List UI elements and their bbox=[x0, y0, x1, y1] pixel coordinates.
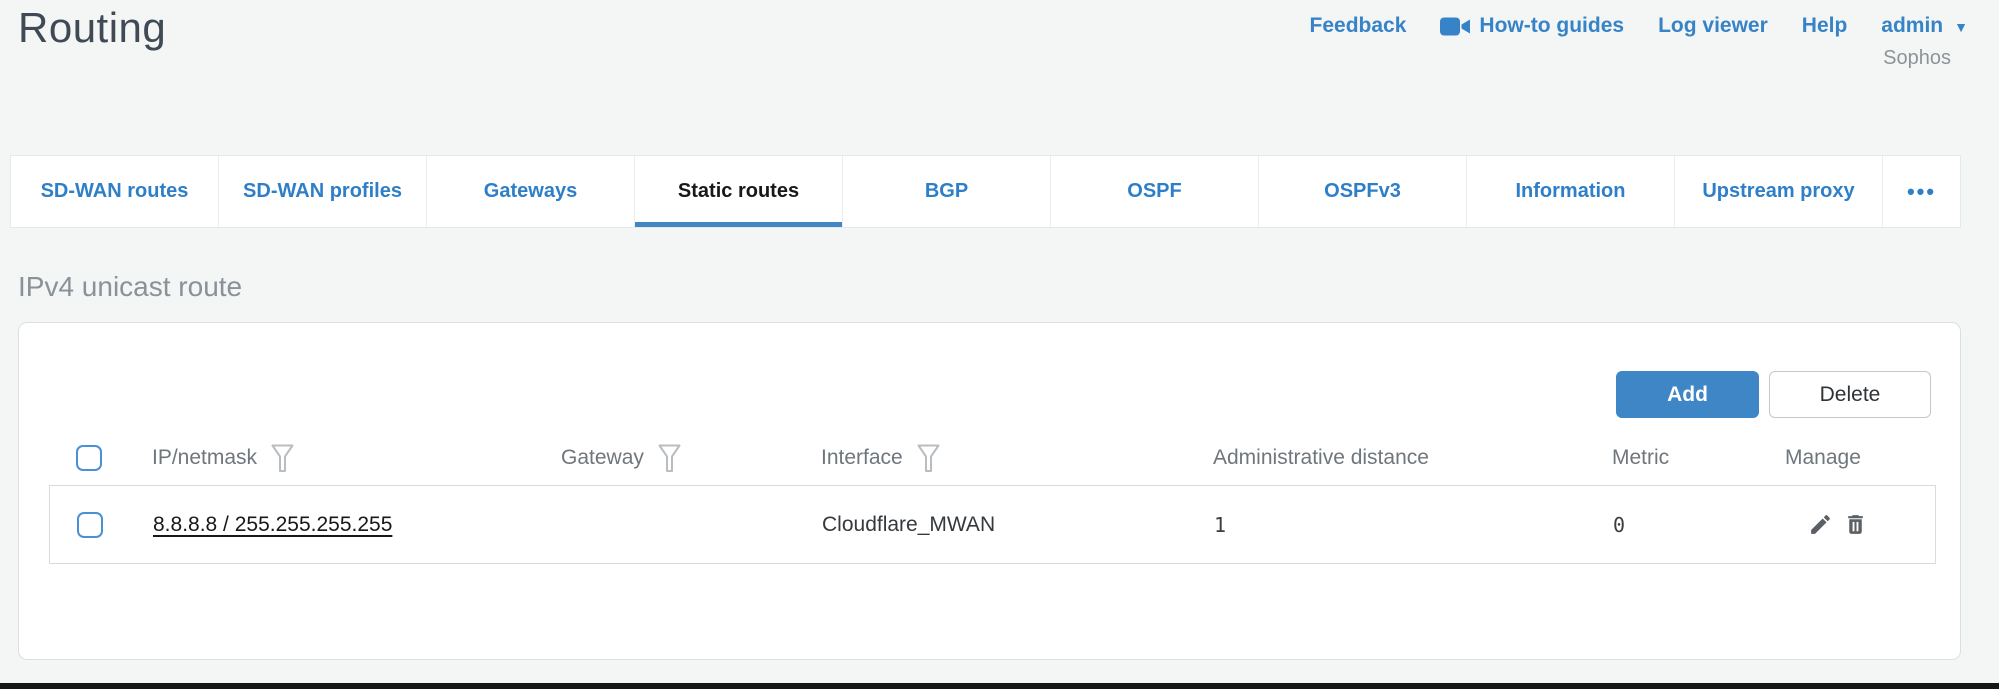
tab-sdwan-profiles[interactable]: SD-WAN profiles bbox=[219, 156, 427, 227]
tab-label: OSPF bbox=[1127, 180, 1181, 203]
tab-label: BGP bbox=[925, 180, 968, 203]
log-viewer-link[interactable]: Log viewer bbox=[1658, 14, 1768, 38]
help-label: Help bbox=[1802, 14, 1848, 38]
howto-guides-link[interactable]: How-to guides bbox=[1440, 14, 1624, 38]
column-header-interface: Interface bbox=[821, 444, 1213, 473]
tab-upstream-proxy[interactable]: Upstream proxy bbox=[1675, 156, 1883, 227]
tab-label: Upstream proxy bbox=[1702, 180, 1854, 203]
select-all-checkbox[interactable] bbox=[76, 445, 102, 471]
feedback-link[interactable]: Feedback bbox=[1310, 14, 1407, 38]
tab-label: Static routes bbox=[678, 180, 799, 203]
tab-information[interactable]: Information bbox=[1467, 156, 1675, 227]
column-label: Manage bbox=[1785, 446, 1861, 470]
column-header-metric: Metric bbox=[1612, 446, 1785, 470]
tab-bgp[interactable]: BGP bbox=[843, 156, 1051, 227]
help-link[interactable]: Help bbox=[1802, 14, 1848, 38]
routing-tabbar: SD-WAN routes SD-WAN profiles Gateways S… bbox=[10, 155, 1961, 228]
howto-guides-label: How-to guides bbox=[1479, 14, 1624, 38]
cell-admin-distance: 1 bbox=[1214, 513, 1613, 537]
cell-manage bbox=[1786, 512, 1935, 537]
static-routes-table: IP/netmask Gateway Interface bbox=[49, 431, 1936, 564]
user-menu-label: admin bbox=[1881, 14, 1943, 38]
feedback-link-label: Feedback bbox=[1310, 14, 1407, 38]
filter-funnel-icon[interactable] bbox=[917, 444, 940, 473]
column-header-manage: Manage bbox=[1785, 446, 1936, 470]
table-row: 8.8.8.8 / 255.255.255.255 Cloudflare_MWA… bbox=[49, 485, 1936, 564]
column-label: IP/netmask bbox=[152, 446, 257, 470]
tab-sdwan-routes[interactable]: SD-WAN routes bbox=[11, 156, 219, 227]
trash-icon[interactable] bbox=[1843, 512, 1868, 537]
tab-more-overflow[interactable]: ••• bbox=[1883, 156, 1960, 227]
window-bottom-edge bbox=[0, 683, 1999, 689]
ip-netmask-link[interactable]: 8.8.8.8 / 255.255.255.255 bbox=[153, 513, 392, 536]
pencil-edit-icon[interactable] bbox=[1808, 512, 1833, 537]
column-label: Administrative distance bbox=[1213, 446, 1429, 470]
filter-funnel-icon[interactable] bbox=[658, 444, 681, 473]
tab-static-routes[interactable]: Static routes bbox=[635, 156, 843, 227]
tab-label: OSPFv3 bbox=[1324, 180, 1401, 203]
more-tabs-icon: ••• bbox=[1907, 179, 1936, 205]
tab-label: SD-WAN profiles bbox=[243, 180, 402, 203]
routing-page: Routing Feedback How-to guides Log viewe… bbox=[0, 0, 1999, 689]
column-header-ip-netmask: IP/netmask bbox=[152, 444, 561, 473]
add-button[interactable]: Add bbox=[1616, 371, 1759, 418]
top-nav: Feedback How-to guides Log viewer Help a… bbox=[1310, 14, 1968, 38]
filter-funnel-icon[interactable] bbox=[271, 444, 294, 473]
column-label: Metric bbox=[1612, 446, 1669, 470]
tab-label: Gateways bbox=[484, 180, 577, 203]
cell-metric: 0 bbox=[1613, 513, 1786, 537]
column-label: Interface bbox=[821, 446, 903, 470]
cell-ip-netmask: 8.8.8.8 / 255.255.255.255 bbox=[153, 513, 562, 537]
delete-button[interactable]: Delete bbox=[1769, 371, 1931, 418]
section-heading: IPv4 unicast route bbox=[18, 271, 242, 303]
user-menu[interactable]: admin ▼ bbox=[1881, 14, 1968, 38]
brand-label: Sophos bbox=[1883, 47, 1951, 70]
tab-label: SD-WAN routes bbox=[41, 180, 189, 203]
tab-gateways[interactable]: Gateways bbox=[427, 156, 635, 227]
tab-ospfv3[interactable]: OSPFv3 bbox=[1259, 156, 1467, 227]
toolbar: Add Delete bbox=[1616, 371, 1931, 418]
tab-label: Information bbox=[1516, 180, 1626, 203]
page-title: Routing bbox=[18, 4, 166, 52]
video-camera-icon bbox=[1440, 16, 1470, 37]
tab-ospf[interactable]: OSPF bbox=[1051, 156, 1259, 227]
log-viewer-label: Log viewer bbox=[1658, 14, 1768, 38]
table-header-row: IP/netmask Gateway Interface bbox=[49, 431, 1936, 485]
column-header-gateway: Gateway bbox=[561, 444, 821, 473]
column-header-admin-distance: Administrative distance bbox=[1213, 446, 1612, 470]
column-label: Gateway bbox=[561, 446, 644, 470]
cell-interface: Cloudflare_MWAN bbox=[822, 513, 1214, 537]
chevron-down-icon: ▼ bbox=[1954, 19, 1968, 35]
ipv4-unicast-route-panel: Add Delete IP/netmask Gateway bbox=[18, 322, 1961, 660]
row-checkbox[interactable] bbox=[77, 512, 103, 538]
